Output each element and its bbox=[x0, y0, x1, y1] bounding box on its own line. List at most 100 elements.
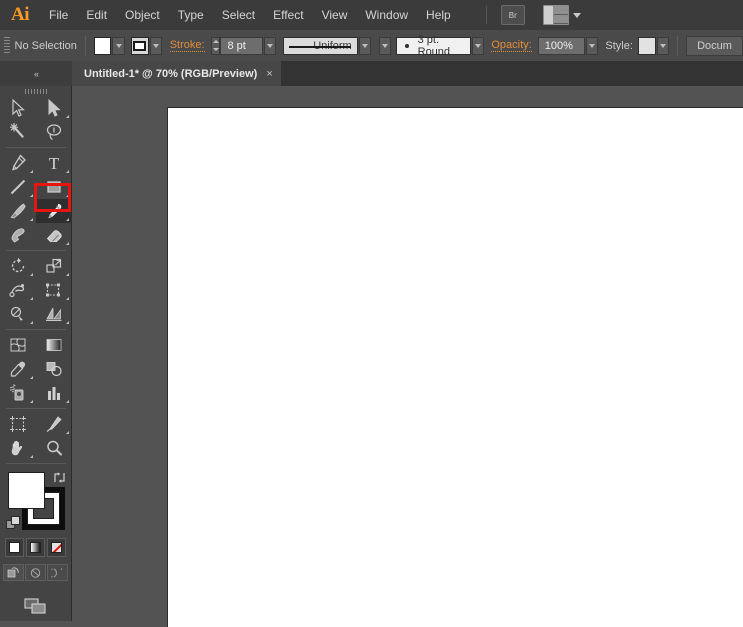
draw-inside-icon bbox=[51, 568, 62, 577]
draw-inside-button[interactable] bbox=[47, 564, 68, 581]
stroke-color-dropdown[interactable] bbox=[149, 36, 162, 55]
chevron-down-icon bbox=[152, 43, 159, 48]
menu-file[interactable]: File bbox=[40, 0, 77, 30]
artboard-tool[interactable] bbox=[0, 412, 36, 436]
artboard-canvas[interactable] bbox=[167, 107, 743, 627]
line-segment-tool[interactable] bbox=[0, 175, 36, 199]
opacity-label[interactable]: Opacity: bbox=[491, 39, 532, 52]
menu-select[interactable]: Select bbox=[213, 0, 264, 30]
chevron-down-icon bbox=[660, 43, 667, 48]
control-bar-grip[interactable] bbox=[4, 37, 10, 54]
pen-tool[interactable] bbox=[0, 151, 36, 175]
menu-effect[interactable]: Effect bbox=[264, 0, 312, 30]
scale-tool[interactable] bbox=[36, 254, 72, 278]
bridge-icon[interactable]: Br bbox=[500, 5, 525, 25]
tool-group-selection bbox=[0, 96, 72, 144]
menu-view[interactable]: View bbox=[313, 0, 357, 30]
tool-menu-triangle-icon bbox=[30, 400, 33, 403]
brush-definition-display[interactable]: 3 pt. Round bbox=[395, 34, 472, 58]
chevron-down-icon bbox=[572, 12, 581, 18]
stroke-profile-display[interactable]: Uniform bbox=[282, 36, 358, 55]
tool-menu-triangle-icon bbox=[66, 431, 69, 434]
hand-tool[interactable] bbox=[0, 436, 36, 460]
stroke-weight-stepper[interactable] bbox=[210, 36, 221, 55]
fill-color-swatch[interactable] bbox=[93, 36, 112, 55]
width-tool[interactable] bbox=[0, 278, 36, 302]
selection-tool[interactable] bbox=[0, 96, 36, 120]
fill-color-box[interactable] bbox=[8, 472, 45, 509]
symbol-sprayer-tool[interactable] bbox=[0, 381, 36, 405]
gradient-button[interactable] bbox=[26, 538, 45, 557]
menu-window[interactable]: Window bbox=[356, 0, 417, 30]
paintbrush-tool[interactable] bbox=[0, 199, 36, 223]
tool-menu-triangle-icon bbox=[30, 194, 33, 197]
brush-definition-prev-dropdown[interactable] bbox=[379, 36, 392, 55]
color-button[interactable] bbox=[5, 538, 24, 557]
menu-edit[interactable]: Edit bbox=[77, 0, 116, 30]
blend-tool[interactable] bbox=[36, 357, 72, 381]
none-button[interactable] bbox=[47, 538, 66, 557]
tool-menu-triangle-icon bbox=[30, 376, 33, 379]
eraser-tool[interactable] bbox=[36, 223, 72, 247]
menu-help[interactable]: Help bbox=[417, 0, 460, 30]
document-tab[interactable]: Untitled-1* @ 70% (RGB/Preview) × bbox=[72, 61, 281, 86]
draw-behind-button[interactable] bbox=[25, 564, 46, 581]
column-graph-tool[interactable] bbox=[36, 381, 72, 405]
stroke-weight-dropdown[interactable] bbox=[264, 36, 277, 55]
perspective-grid-tool[interactable] bbox=[36, 302, 72, 326]
divider bbox=[677, 35, 679, 56]
collapse-panel-button[interactable]: « bbox=[0, 61, 72, 86]
menu-type[interactable]: Type bbox=[169, 0, 213, 30]
rotate-tool[interactable] bbox=[0, 254, 36, 278]
chevron-down-icon bbox=[382, 43, 389, 48]
arrange-documents-button[interactable] bbox=[542, 5, 581, 25]
default-colors-icon[interactable] bbox=[6, 516, 20, 530]
tool-divider bbox=[6, 329, 66, 330]
shape-builder-tool[interactable] bbox=[0, 302, 36, 326]
slice-tool[interactable] bbox=[36, 412, 72, 436]
close-icon[interactable]: × bbox=[266, 68, 272, 80]
lasso-tool[interactable] bbox=[36, 120, 72, 144]
graphic-style-swatch[interactable] bbox=[638, 36, 657, 55]
zoom-tool[interactable] bbox=[36, 436, 72, 460]
type-tool[interactable]: T bbox=[36, 151, 72, 175]
rectangle-tool[interactable] bbox=[36, 175, 72, 199]
stroke-color-swatch[interactable] bbox=[130, 36, 149, 55]
change-screen-mode-button[interactable] bbox=[22, 595, 50, 617]
chevron-down-icon bbox=[267, 43, 274, 48]
mesh-tool[interactable] bbox=[0, 333, 36, 357]
tool-menu-triangle-icon bbox=[66, 297, 69, 300]
eyedropper-tool[interactable] bbox=[0, 357, 36, 381]
screen-mode-icon bbox=[23, 598, 46, 614]
stroke-label[interactable]: Stroke: bbox=[169, 39, 205, 52]
magic-wand-tool[interactable] bbox=[0, 120, 36, 144]
swap-fill-stroke-icon[interactable] bbox=[53, 471, 66, 484]
tool-menu-triangle-icon bbox=[66, 170, 69, 173]
direct-selection-tool[interactable] bbox=[36, 96, 72, 120]
stroke-weight-input[interactable]: 8 pt bbox=[220, 36, 264, 55]
opacity-input[interactable]: 100% bbox=[537, 36, 586, 55]
screen-mode-area bbox=[0, 595, 71, 617]
menu-bar: Ai File Edit Object Type Select Effect V… bbox=[0, 0, 743, 30]
blob-brush-tool[interactable] bbox=[0, 223, 36, 247]
control-bar: No Selection Stroke: 8 pt Uniform 3 pt. … bbox=[0, 30, 743, 62]
tools-panel: T bbox=[0, 86, 72, 621]
menu-divider bbox=[485, 6, 487, 24]
tools-panel-grip[interactable] bbox=[0, 86, 71, 96]
chevron-down-icon bbox=[589, 43, 596, 48]
chevron-down-icon bbox=[115, 43, 122, 48]
opacity-dropdown[interactable] bbox=[586, 36, 599, 55]
stroke-profile-dropdown[interactable] bbox=[358, 36, 371, 55]
document-setup-button[interactable]: Docum bbox=[686, 35, 743, 56]
free-transform-tool[interactable] bbox=[36, 278, 72, 302]
draw-normal-button[interactable] bbox=[3, 564, 24, 581]
gradient-tool[interactable] bbox=[36, 333, 72, 357]
menu-object[interactable]: Object bbox=[116, 0, 169, 30]
brush-definition-dropdown[interactable] bbox=[472, 36, 485, 55]
graphic-style-dropdown[interactable] bbox=[657, 36, 670, 55]
chevron-down-icon bbox=[475, 43, 482, 48]
draw-normal-icon bbox=[7, 566, 19, 577]
document-window bbox=[72, 86, 743, 627]
fill-color-dropdown[interactable] bbox=[112, 36, 125, 55]
pencil-tool[interactable] bbox=[36, 199, 72, 223]
